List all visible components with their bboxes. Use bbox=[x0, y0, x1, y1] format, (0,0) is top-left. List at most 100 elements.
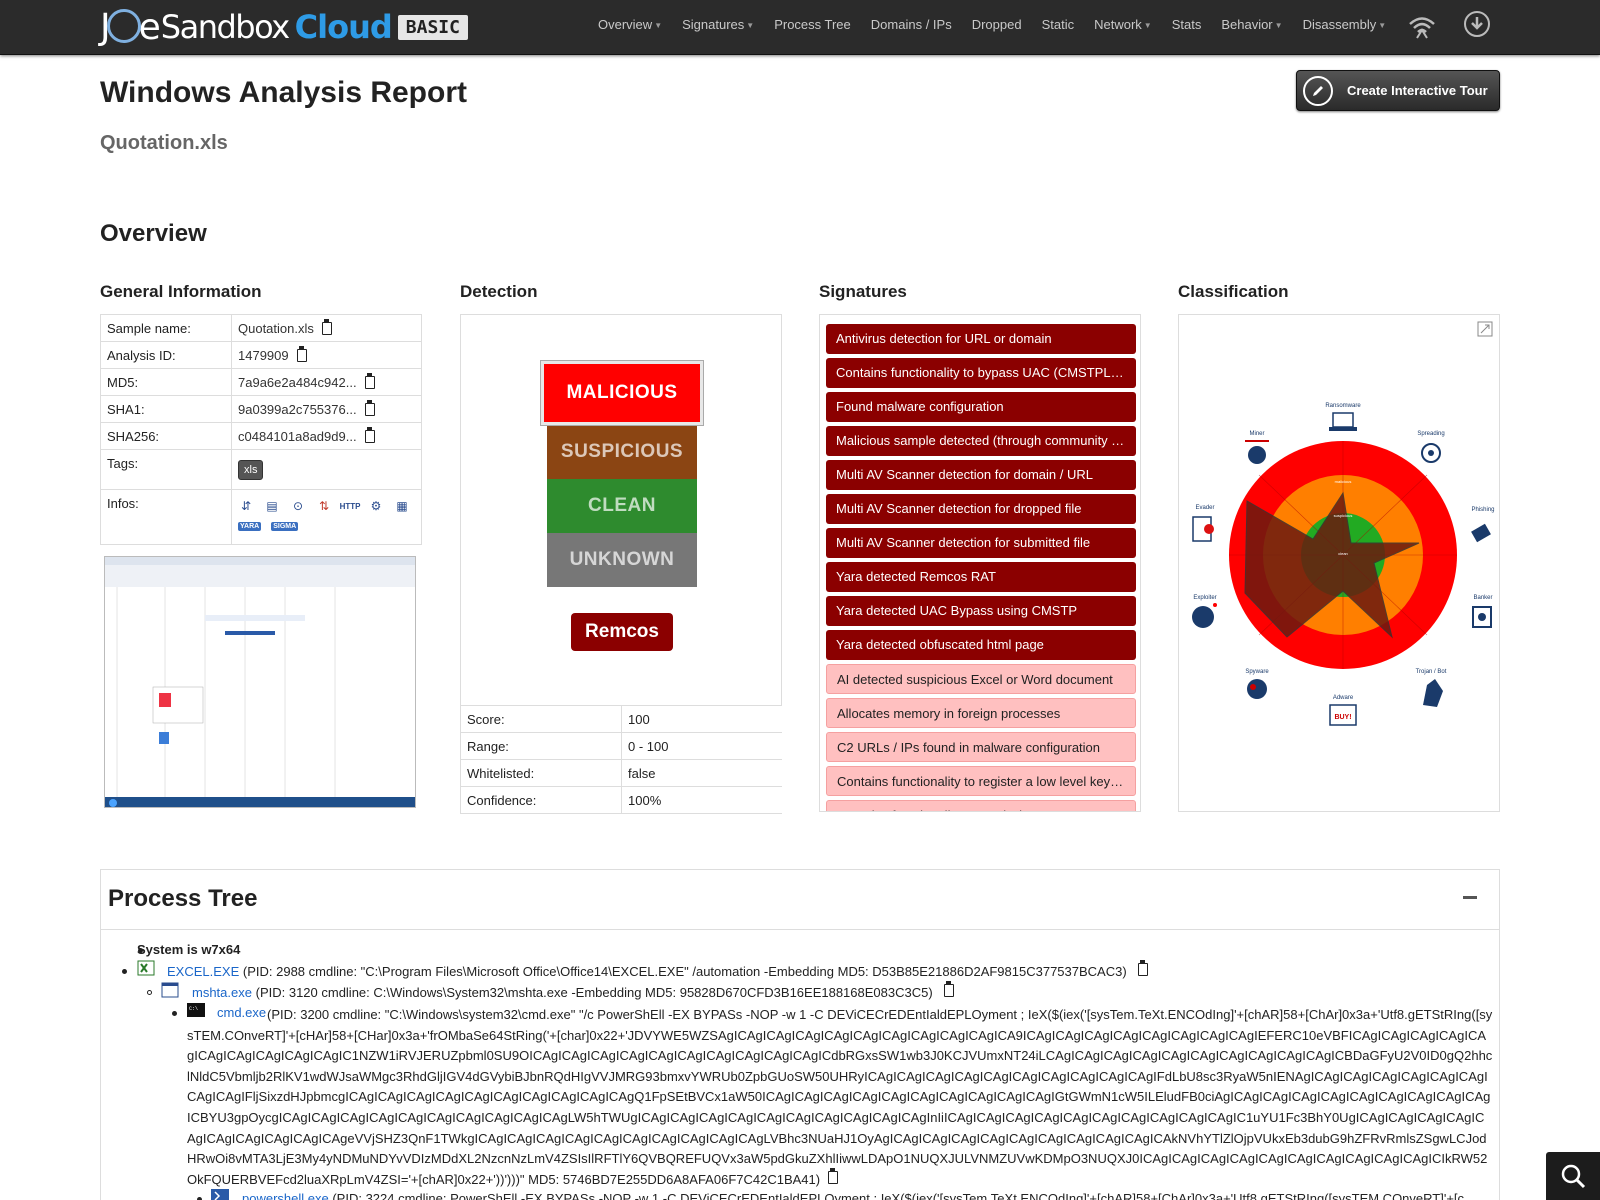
copy-icon[interactable] bbox=[364, 399, 375, 416]
process-tree-header: Process Tree bbox=[101, 870, 1499, 930]
grid-info-icon[interactable]: ▦ bbox=[394, 498, 410, 514]
banker-icon bbox=[1472, 606, 1492, 628]
collapse-icon[interactable] bbox=[1463, 896, 1477, 899]
process-tree-panel: Process Tree System is w7x64 EXCEL.EXE (… bbox=[100, 869, 1500, 1200]
nav-behavior[interactable]: Behavior ▼ bbox=[1211, 0, 1292, 50]
signature-medium[interactable]: Contains functionality to steal Chrome p… bbox=[826, 800, 1136, 811]
general-info-row: SHA256: c0484101a8ad9d9... bbox=[101, 423, 421, 450]
general-info-row: Sample name: Quotation.xls bbox=[101, 315, 421, 342]
pencil-icon bbox=[1303, 75, 1333, 106]
sample-name-heading: Quotation.xls bbox=[100, 132, 228, 154]
signature-high[interactable]: Yara detected UAC Bypass using CMSTP bbox=[826, 596, 1136, 626]
phishing-icon bbox=[1471, 523, 1491, 543]
signature-high[interactable]: Found malware configuration bbox=[826, 392, 1136, 422]
nav-overview[interactable]: Overview ▼ bbox=[588, 0, 672, 50]
signature-high[interactable]: Contains functionality to bypass UAC (CM… bbox=[826, 358, 1136, 388]
create-interactive-tour-button[interactable]: Create Interactive Tour bbox=[1296, 70, 1500, 111]
signature-high[interactable]: Multi AV Scanner detection for submitted… bbox=[826, 528, 1136, 558]
malware-family-badge[interactable]: Remcos bbox=[571, 613, 673, 651]
ring-label-clean: clean bbox=[1338, 551, 1348, 556]
magnifier-info-icon[interactable]: ⊙ bbox=[290, 498, 306, 514]
copy-icon[interactable] bbox=[944, 981, 955, 997]
adware-icon: BUY! bbox=[1329, 704, 1357, 726]
yara-badge[interactable]: YARA bbox=[238, 522, 262, 531]
joe-sandbox-logo[interactable]: Je Sandbox Cloud BASIC bbox=[100, 6, 468, 48]
http-info-icon[interactable]: HTTP bbox=[340, 498, 361, 514]
sigma-badge[interactable]: SIGMA bbox=[271, 522, 299, 531]
svg-text:BUY!: BUY! bbox=[1334, 714, 1351, 721]
caret-down-icon: ▼ bbox=[1143, 20, 1152, 30]
info-label: SHA1: bbox=[101, 396, 232, 422]
overview-heading: Overview bbox=[100, 220, 207, 247]
nav-network[interactable]: Network ▼ bbox=[1084, 0, 1162, 50]
nav-stats[interactable]: Stats bbox=[1162, 0, 1212, 50]
signature-high[interactable]: Yara detected obfuscated html page bbox=[826, 630, 1136, 660]
signature-high[interactable]: Malicious sample detected (through commu… bbox=[826, 426, 1136, 456]
search-button[interactable] bbox=[1546, 1152, 1600, 1200]
top-navbar: Je Sandbox Cloud BASIC Overview ▼ Signatur… bbox=[0, 0, 1600, 55]
arrows-info-icon[interactable]: ⇅ bbox=[316, 498, 332, 514]
exploiter-icon bbox=[1192, 603, 1217, 628]
general-info-row: SHA1: 9a0399a2c755376... bbox=[101, 396, 421, 423]
nav-signatures[interactable]: Signatures ▼ bbox=[672, 0, 764, 50]
copy-icon[interactable] bbox=[364, 426, 375, 443]
signature-medium[interactable]: Allocates memory in foreign processes bbox=[826, 698, 1136, 728]
detection-value: 100% bbox=[628, 792, 662, 808]
cmd-details: (PID: 3200 cmdline: "C:\Windows\system32… bbox=[187, 1007, 1493, 1187]
clean-level: CLEAN bbox=[547, 479, 697, 533]
ransomware-icon bbox=[1329, 412, 1357, 431]
unknown-level: UNKNOWN bbox=[547, 533, 697, 587]
download-icon[interactable] bbox=[1464, 11, 1490, 37]
nav-dropped[interactable]: Dropped bbox=[962, 0, 1032, 50]
expand-icon[interactable] bbox=[1477, 321, 1493, 337]
wifi-icon[interactable] bbox=[1408, 12, 1436, 40]
nav-domains-ips[interactable]: Domains / IPs bbox=[861, 0, 962, 50]
xls-tag[interactable]: xls bbox=[238, 459, 264, 480]
process-link-powershell[interactable]: powershell.exe bbox=[242, 1191, 329, 1200]
page-title: Windows Analysis Report bbox=[100, 76, 468, 109]
detection-label: Whitelisted: bbox=[461, 759, 622, 787]
caret-down-icon: ▼ bbox=[654, 20, 663, 30]
copy-icon[interactable] bbox=[828, 1167, 839, 1184]
info-label: MD5: bbox=[101, 369, 232, 395]
info-value: Quotation.xls bbox=[238, 320, 314, 336]
copy-icon[interactable] bbox=[321, 318, 332, 335]
info-label: Analysis ID: bbox=[101, 342, 232, 368]
signature-high[interactable]: Multi AV Scanner detection for dropped f… bbox=[826, 494, 1136, 524]
signatures-heading: Signatures bbox=[819, 282, 907, 301]
process-powershell: powershell.exe (PID: 3224 cmdline: Power… bbox=[242, 1191, 1464, 1200]
signature-high[interactable]: Multi AV Scanner detection for domain / … bbox=[826, 460, 1136, 490]
signatures-panel: Antivirus detection for URL or domain Con… bbox=[819, 314, 1141, 812]
general-info-row: MD5: 7a9a6e2a484c942... bbox=[101, 369, 421, 396]
category-trojan-bot: Trojan / Bot bbox=[1416, 669, 1447, 675]
signature-medium[interactable]: Contains functionality to register a low… bbox=[826, 766, 1136, 796]
spyware-icon bbox=[1247, 679, 1267, 699]
gears-info-icon[interactable]: ⚙ bbox=[368, 498, 384, 514]
nav-static[interactable]: Static bbox=[1032, 0, 1085, 50]
category-miner: Miner bbox=[1249, 431, 1264, 437]
process-link-excel[interactable]: EXCEL.EXE bbox=[167, 964, 239, 979]
category-spreading: Spreading bbox=[1417, 431, 1444, 437]
process-info-icon[interactable]: ⇵ bbox=[238, 498, 254, 514]
evader-icon bbox=[1192, 516, 1214, 542]
tags-label: Tags: bbox=[101, 450, 232, 489]
copy-icon[interactable] bbox=[364, 372, 375, 389]
copy-icon[interactable] bbox=[296, 345, 307, 362]
detection-value: 100 bbox=[628, 711, 650, 727]
sample-screenshot-thumbnail[interactable] bbox=[104, 556, 416, 808]
process-link-mshta[interactable]: mshta.exe bbox=[192, 985, 252, 1000]
copy-icon[interactable] bbox=[1138, 960, 1149, 976]
tags-row: Tags: xls bbox=[101, 450, 421, 490]
signature-high[interactable]: Yara detected Remcos RAT bbox=[826, 562, 1136, 592]
ring-label-malicious: malicious bbox=[1335, 479, 1352, 484]
signature-medium[interactable]: AI detected suspicious Excel or Word doc… bbox=[826, 664, 1136, 694]
infos-label: Infos: bbox=[101, 490, 232, 544]
signature-medium[interactable]: C2 URLs / IPs found in malware configura… bbox=[826, 732, 1136, 762]
nav-disassembly[interactable]: Disassembly ▼ bbox=[1293, 0, 1397, 50]
nav-process-tree[interactable]: Process Tree bbox=[764, 0, 861, 50]
signature-high[interactable]: Antivirus detection for URL or domain bbox=[826, 324, 1136, 354]
document-info-icon[interactable]: ▤ bbox=[264, 498, 280, 514]
general-info-heading: General Information bbox=[100, 282, 262, 301]
detection-label: Range: bbox=[461, 732, 622, 760]
ring-label-suspicious: suspicious bbox=[1334, 513, 1353, 518]
